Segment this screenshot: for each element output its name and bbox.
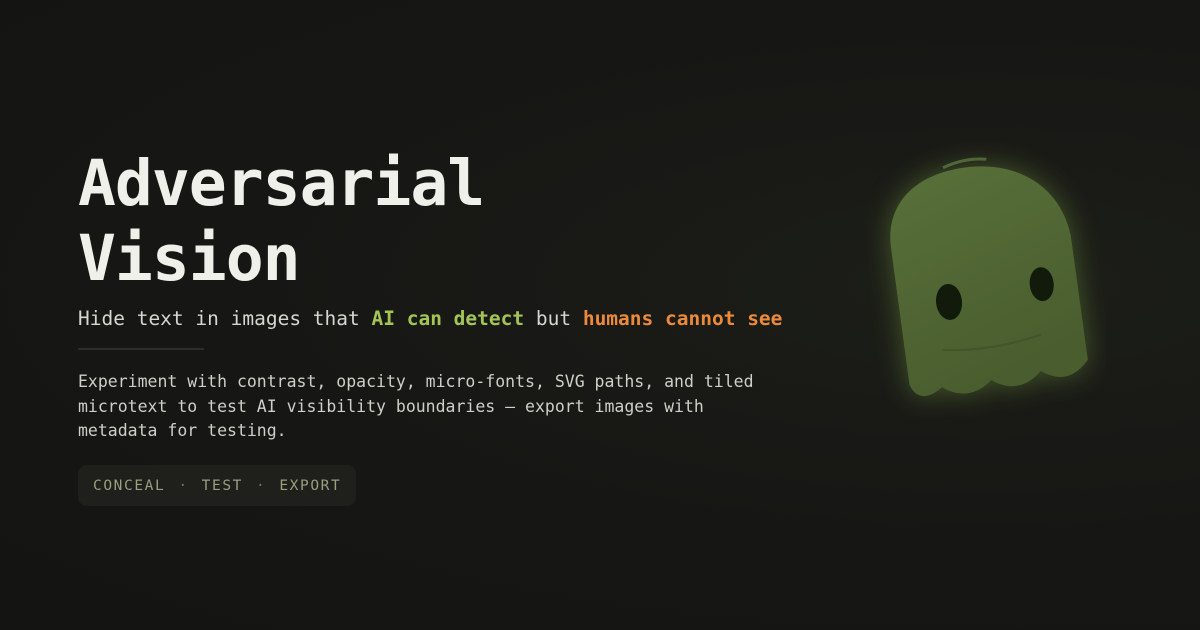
- pill-separator: ·: [255, 477, 267, 494]
- pill-separator: ·: [178, 477, 189, 494]
- title-line-2: Vision: [78, 222, 301, 295]
- page-title: Adversarial Vision: [78, 146, 485, 296]
- divider: [78, 348, 204, 350]
- title-line-1: Adversarial: [78, 147, 485, 220]
- ghost-body: [890, 166, 1088, 396]
- pill-item-export: EXPORT: [279, 477, 342, 494]
- tagline-highlight-humans: humans cannot see: [582, 307, 783, 330]
- ghost-antenna: [942, 157, 987, 170]
- description: Experiment with contrast, opacity, micro…: [78, 372, 754, 440]
- tagline-prefix: Hide text in images that: [78, 307, 372, 330]
- tagline-middle: but: [524, 307, 583, 330]
- tagline: Hide text in images that AI can detect b…: [78, 306, 782, 332]
- hero-banner: Adversarial Vision Hide text in images t…: [0, 0, 1200, 630]
- ghost-icon: [890, 157, 1088, 396]
- tagline-highlight-ai: AI can detect: [371, 307, 525, 330]
- pill-item-conceal: CONCEAL: [93, 477, 166, 494]
- feature-pill: CONCEAL · TEST · EXPORT: [78, 465, 357, 506]
- pill-item-test: TEST: [201, 477, 243, 494]
